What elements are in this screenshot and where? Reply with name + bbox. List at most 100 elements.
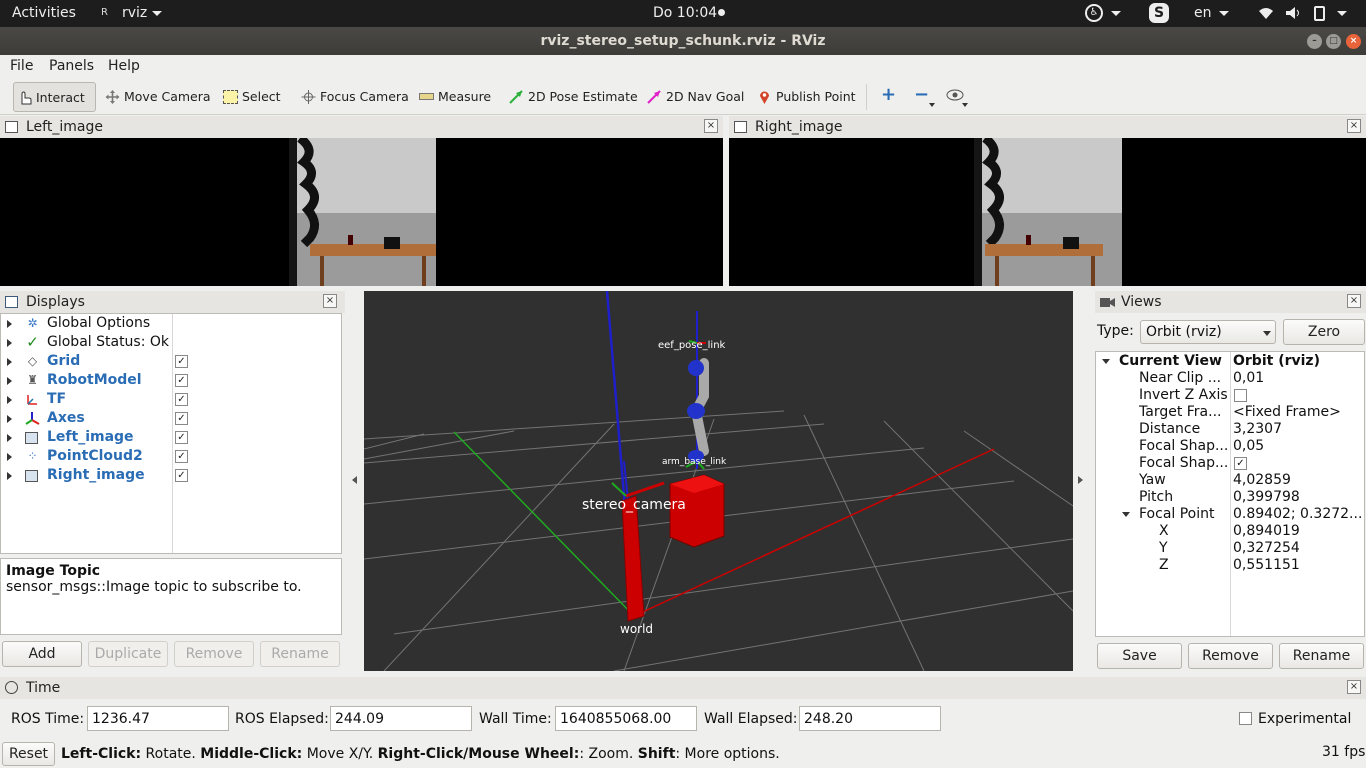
prop-near-clip[interactable]: Near Clip ... 0,01: [1096, 370, 1366, 387]
clock[interactable]: Do 10:04: [653, 5, 717, 21]
chevron-down-icon: [1337, 11, 1347, 16]
zero-button[interactable]: Zero: [1283, 319, 1365, 345]
ros-time-field[interactable]: [87, 706, 229, 731]
publish-point-tool[interactable]: Publish Point: [754, 82, 856, 112]
expand-arrow-icon[interactable]: [7, 396, 12, 404]
close-icon[interactable]: ×: [704, 119, 718, 133]
current-view-row[interactable]: Current View Orbit (rviz): [1096, 353, 1366, 370]
prop-pitch[interactable]: Pitch 0,399798: [1096, 489, 1366, 506]
nav-goal-tool[interactable]: 2D Nav Goal: [644, 82, 744, 112]
enable-checkbox[interactable]: ✓: [175, 469, 188, 482]
add-tool-icon[interactable]: +: [881, 86, 897, 104]
language-indicator[interactable]: en: [1194, 5, 1212, 21]
enable-checkbox[interactable]: ✓: [175, 412, 188, 425]
prop-value: 0,551151: [1233, 557, 1300, 573]
tree-item-tf[interactable]: TF ✓: [1, 390, 341, 409]
3d-viewport[interactable]: eef_pose_link arm_base_link stereo_camer…: [364, 291, 1073, 671]
menu-panels[interactable]: Panels: [49, 58, 94, 74]
expand-arrow-icon[interactable]: [7, 453, 12, 461]
collapse-right-icon[interactable]: [1078, 476, 1083, 484]
close-icon[interactable]: ×: [323, 294, 337, 308]
expand-arrow-icon[interactable]: [7, 358, 12, 366]
tree-item-global-status[interactable]: ✓ Global Status: Ok: [1, 333, 341, 352]
experimental-checkbox[interactable]: [1239, 712, 1252, 725]
enable-checkbox[interactable]: ✓: [175, 355, 188, 368]
prop-value: 3,2307: [1233, 421, 1282, 437]
remove-view-button[interactable]: Remove: [1188, 643, 1273, 669]
skype-icon[interactable]: S: [1149, 3, 1169, 23]
tree-item-axes[interactable]: Axes ✓: [1, 409, 341, 428]
left-image-title-bar: Left_image: [0, 116, 723, 138]
duplicate-display-button[interactable]: Duplicate: [88, 641, 168, 667]
tree-item-global-options[interactable]: ✲ Global Options: [1, 314, 341, 333]
robot-icon: ♜: [27, 373, 38, 387]
move-camera-label: Move Camera: [124, 89, 211, 104]
expand-arrow-icon[interactable]: [7, 434, 12, 442]
activities-button[interactable]: Activities: [12, 5, 76, 21]
maximize-button[interactable]: □: [1326, 34, 1341, 49]
eye-icon[interactable]: [946, 89, 964, 101]
tree-item-grid[interactable]: ◇ Grid ✓: [1, 352, 341, 371]
tree-item-right-image[interactable]: Right_image ✓: [1, 466, 341, 485]
expand-arrow-icon[interactable]: [7, 415, 12, 423]
expand-arrow-icon[interactable]: [7, 320, 12, 328]
remove-display-button[interactable]: Remove: [174, 641, 254, 667]
close-icon[interactable]: ×: [1347, 294, 1361, 308]
close-icon[interactable]: ×: [1347, 680, 1361, 694]
ros-elapsed-field[interactable]: [330, 706, 472, 731]
focus-camera-label: Focus Camera: [320, 89, 409, 104]
rename-display-button[interactable]: Rename: [260, 641, 340, 667]
prop-focal-x[interactable]: X 0,894019: [1096, 523, 1366, 540]
pose-estimate-tool[interactable]: 2D Pose Estimate: [506, 82, 638, 112]
add-display-button[interactable]: Add: [2, 641, 82, 667]
rename-view-button[interactable]: Rename: [1279, 643, 1364, 669]
measure-tool[interactable]: Measure: [416, 82, 491, 112]
tree-item-pointcloud2[interactable]: ⁘ PointCloud2 ✓: [1, 447, 341, 466]
wall-time-field[interactable]: [555, 706, 697, 731]
battery-icon[interactable]: [1314, 6, 1325, 21]
close-icon[interactable]: ×: [1347, 119, 1361, 133]
prop-focal-point[interactable]: Focal Point 0.89402; 0.3272...: [1096, 506, 1366, 523]
prop-focal-shape-size[interactable]: Focal Shap... 0,05: [1096, 438, 1366, 455]
move-camera-tool[interactable]: Move Camera: [102, 82, 211, 112]
tree-item-robotmodel[interactable]: ♜ RobotModel ✓: [1, 371, 341, 390]
select-tool[interactable]: Select: [220, 82, 281, 112]
expand-arrow-icon[interactable]: [7, 339, 12, 347]
enable-checkbox[interactable]: ✓: [175, 450, 188, 463]
prop-distance[interactable]: Distance 3,2307: [1096, 421, 1366, 438]
wall-elapsed-field[interactable]: [799, 706, 941, 731]
volume-icon[interactable]: [1285, 6, 1301, 20]
view-type-select[interactable]: Orbit (rviz): [1140, 320, 1276, 344]
expand-arrow-icon[interactable]: [7, 377, 12, 385]
tree-item-label: Axes: [47, 410, 85, 426]
eef-pose-link-label: eef_pose_link: [658, 340, 726, 351]
save-view-button[interactable]: Save: [1097, 643, 1182, 669]
close-window-button[interactable]: ×: [1346, 34, 1361, 49]
focus-camera-tool[interactable]: Focus Camera: [298, 82, 409, 112]
remove-tool-icon[interactable]: −: [914, 86, 930, 104]
enable-checkbox[interactable]: ✓: [175, 431, 188, 444]
prop-focal-z[interactable]: Z 0,551151: [1096, 557, 1366, 574]
enable-checkbox[interactable]: ✓: [175, 374, 188, 387]
collapse-left-icon[interactable]: [352, 476, 357, 484]
wifi-icon[interactable]: [1258, 6, 1274, 20]
invert-z-checkbox[interactable]: [1234, 389, 1247, 402]
tree-item-left-image[interactable]: Left_image ✓: [1, 428, 341, 447]
interact-tool[interactable]: Interact: [13, 82, 96, 112]
expand-arrow-icon[interactable]: [1102, 359, 1110, 364]
prop-target-frame[interactable]: Target Fra... <Fixed Frame>: [1096, 404, 1366, 421]
minimize-button[interactable]: –: [1307, 34, 1322, 49]
expand-arrow-icon[interactable]: [1122, 512, 1130, 517]
prop-yaw[interactable]: Yaw 4,02859: [1096, 472, 1366, 489]
accessibility-icon[interactable]: ♿: [1085, 4, 1103, 22]
focal-shape-checkbox[interactable]: ✓: [1234, 457, 1247, 470]
menu-help[interactable]: Help: [108, 58, 140, 74]
prop-focal-y[interactable]: Y 0,327254: [1096, 540, 1366, 557]
enable-checkbox[interactable]: ✓: [175, 393, 188, 406]
app-menu[interactable]: rviz: [122, 5, 147, 21]
reset-button[interactable]: Reset: [2, 742, 55, 766]
prop-invert-z[interactable]: Invert Z Axis: [1096, 387, 1366, 404]
menu-file[interactable]: File: [10, 58, 33, 74]
prop-focal-shape-fixed[interactable]: Focal Shap... ✓: [1096, 455, 1366, 472]
expand-arrow-icon[interactable]: [7, 472, 12, 480]
